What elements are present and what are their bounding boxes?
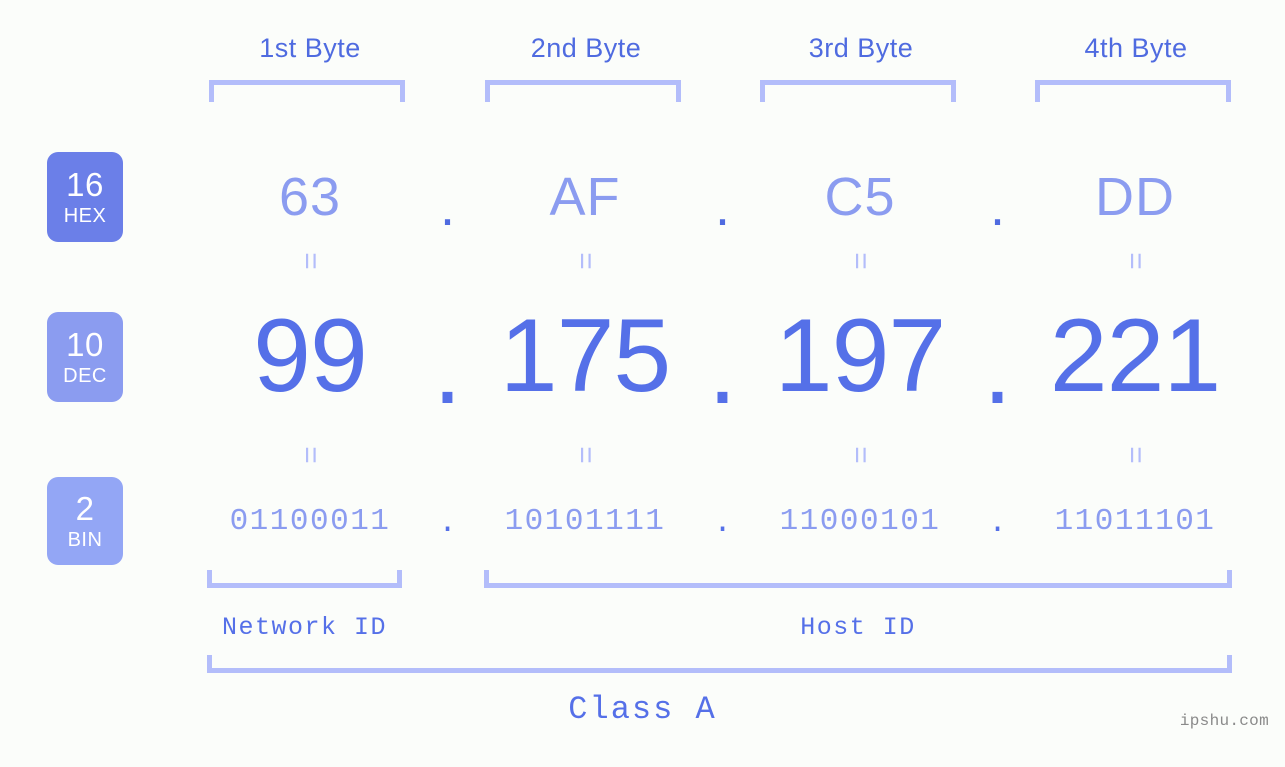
decimal-value-row: 99 . 175 . 197 . 221 <box>0 296 1285 426</box>
bin-separator-1: . <box>438 505 457 541</box>
hex-byte-2: AF <box>549 167 621 227</box>
binary-value-row: 01100011 . 10101111 . 11000101 . 1101110… <box>0 490 1285 552</box>
bin-byte-1: 01100011 <box>229 503 391 539</box>
byte-header-4: 4th Byte <box>1084 33 1188 63</box>
bin-separator-2: . <box>713 505 732 541</box>
equals-row-dec-bin: = = = = <box>0 438 1285 472</box>
network-id-label: Network ID <box>221 613 388 642</box>
dec-byte-2: 175 <box>499 297 672 414</box>
class-bracket <box>207 655 1232 673</box>
equals-marker-5: = <box>294 446 327 464</box>
equals-marker-8: = <box>1119 446 1152 464</box>
dec-byte-4: 221 <box>1049 297 1222 414</box>
hex-value-row: 63 . AF . C5 . DD <box>0 152 1285 242</box>
byte-bracket-2 <box>485 80 681 102</box>
equals-marker-1: = <box>294 252 327 270</box>
site-watermark: ipshu.com <box>1179 712 1269 730</box>
ip-breakdown-diagram: 1st Byte 2nd Byte 3rd Byte 4th Byte 16 H… <box>0 0 1285 767</box>
hex-byte-3: C5 <box>824 167 896 227</box>
byte-bracket-4 <box>1035 80 1231 102</box>
byte-header-1: 1st Byte <box>259 33 361 63</box>
byte-header-2: 2nd Byte <box>530 33 642 63</box>
equals-marker-2: = <box>569 252 602 270</box>
equals-marker-6: = <box>569 446 602 464</box>
equals-marker-7: = <box>844 446 877 464</box>
bin-byte-2: 10101111 <box>504 503 666 539</box>
bin-byte-4: 11011101 <box>1054 503 1216 539</box>
byte-bracket-1 <box>209 80 405 102</box>
network-id-bracket <box>207 570 402 588</box>
dec-separator-3: . <box>983 309 1012 426</box>
dec-byte-3: 197 <box>774 297 947 414</box>
dec-byte-1: 99 <box>253 297 368 414</box>
hex-separator-2: . <box>714 177 730 237</box>
hex-separator-1: . <box>439 177 455 237</box>
dec-separator-1: . <box>433 309 462 426</box>
equals-marker-3: = <box>844 252 877 270</box>
hex-byte-4: DD <box>1095 167 1175 227</box>
hex-byte-1: 63 <box>278 167 342 227</box>
dec-separator-2: . <box>708 309 737 426</box>
class-label: Class A <box>568 691 717 728</box>
byte-bracket-3 <box>760 80 956 102</box>
bin-separator-3: . <box>988 505 1007 541</box>
equals-row-hex-dec: = = = = <box>0 244 1285 278</box>
hex-separator-3: . <box>989 177 1005 237</box>
host-id-label: Host ID <box>800 613 916 642</box>
equals-marker-4: = <box>1119 252 1152 270</box>
bin-byte-3: 11000101 <box>779 503 941 539</box>
host-id-bracket <box>484 570 1232 588</box>
byte-header-3: 3rd Byte <box>808 33 914 63</box>
